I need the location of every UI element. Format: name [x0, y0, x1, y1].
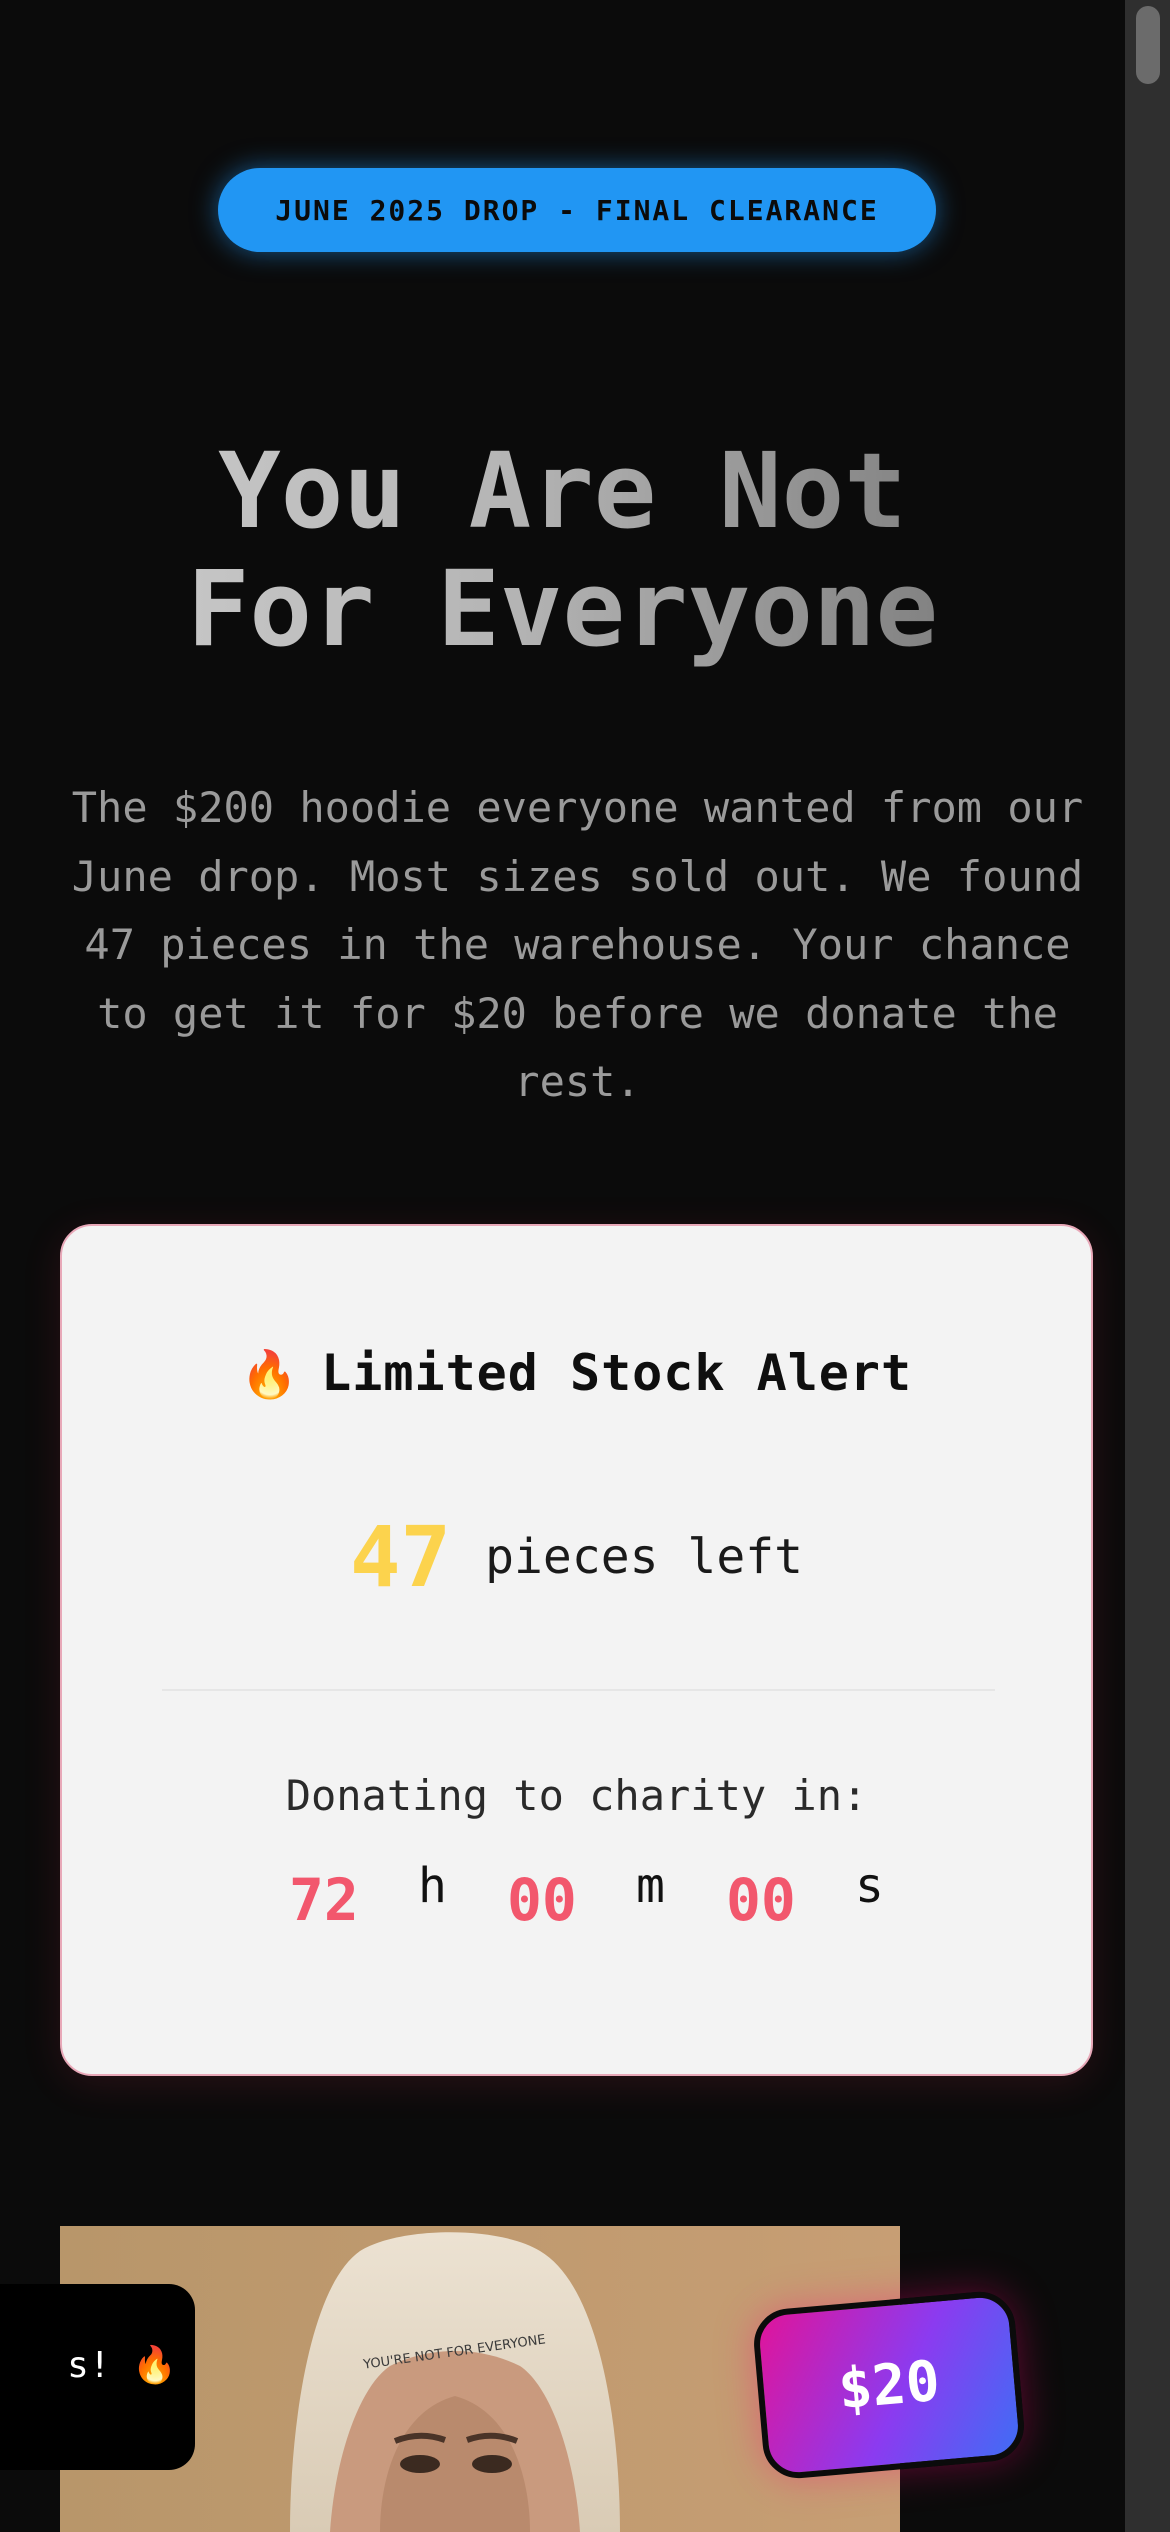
card-divider [162, 1689, 995, 1691]
stock-alert-card: 🔥 Limited Stock Alert 47 pieces left Donat… [60, 1224, 1093, 2076]
stock-alert-title-text: Limited Stock Alert [321, 1344, 913, 1402]
toast-text: s! 🔥 [67, 2345, 177, 2386]
countdown-hours-unit: h [418, 1858, 447, 1914]
drop-badge: JUNE 2025 DROP - FINAL CLEARANCE [218, 168, 936, 252]
hero-title-line1: You Are Not [218, 430, 907, 552]
countdown-minutes-unit: m [636, 1858, 665, 1914]
hero-title-line2: For Everyone [186, 548, 939, 670]
stock-count-unit: pieces left [485, 1529, 804, 1585]
countdown-seconds: 00 [726, 1866, 796, 1934]
hero-description: The $200 hoodie everyone wanted from our… [71, 783, 1084, 1106]
stock-count: 47 pieces left [62, 1508, 1091, 1606]
scrollbar-thumb[interactable] [1136, 6, 1160, 84]
fire-icon: 🔥 [240, 1347, 300, 1401]
countdown-hours: 72 [289, 1866, 359, 1934]
countdown-minutes: 00 [507, 1866, 577, 1934]
charity-countdown-label: Donating to charity in: [285, 1771, 868, 1820]
countdown-timer: 72 h 00 m 00 s [62, 1858, 1091, 1946]
stock-count-number: 47 [349, 1508, 452, 1606]
scrollbar[interactable] [1125, 0, 1170, 2532]
page: JUNE 2025 DROP - FINAL CLEARANCE You Are… [0, 0, 1125, 2532]
countdown-seconds-unit: s [855, 1858, 884, 1914]
price-tag: $20 [751, 2288, 1027, 2482]
stock-alert-title: 🔥 Limited Stock Alert [62, 1344, 1091, 1402]
hero-title: You Are Not For Everyone [0, 432, 1125, 668]
notification-toast[interactable]: s! 🔥 [0, 2284, 195, 2470]
